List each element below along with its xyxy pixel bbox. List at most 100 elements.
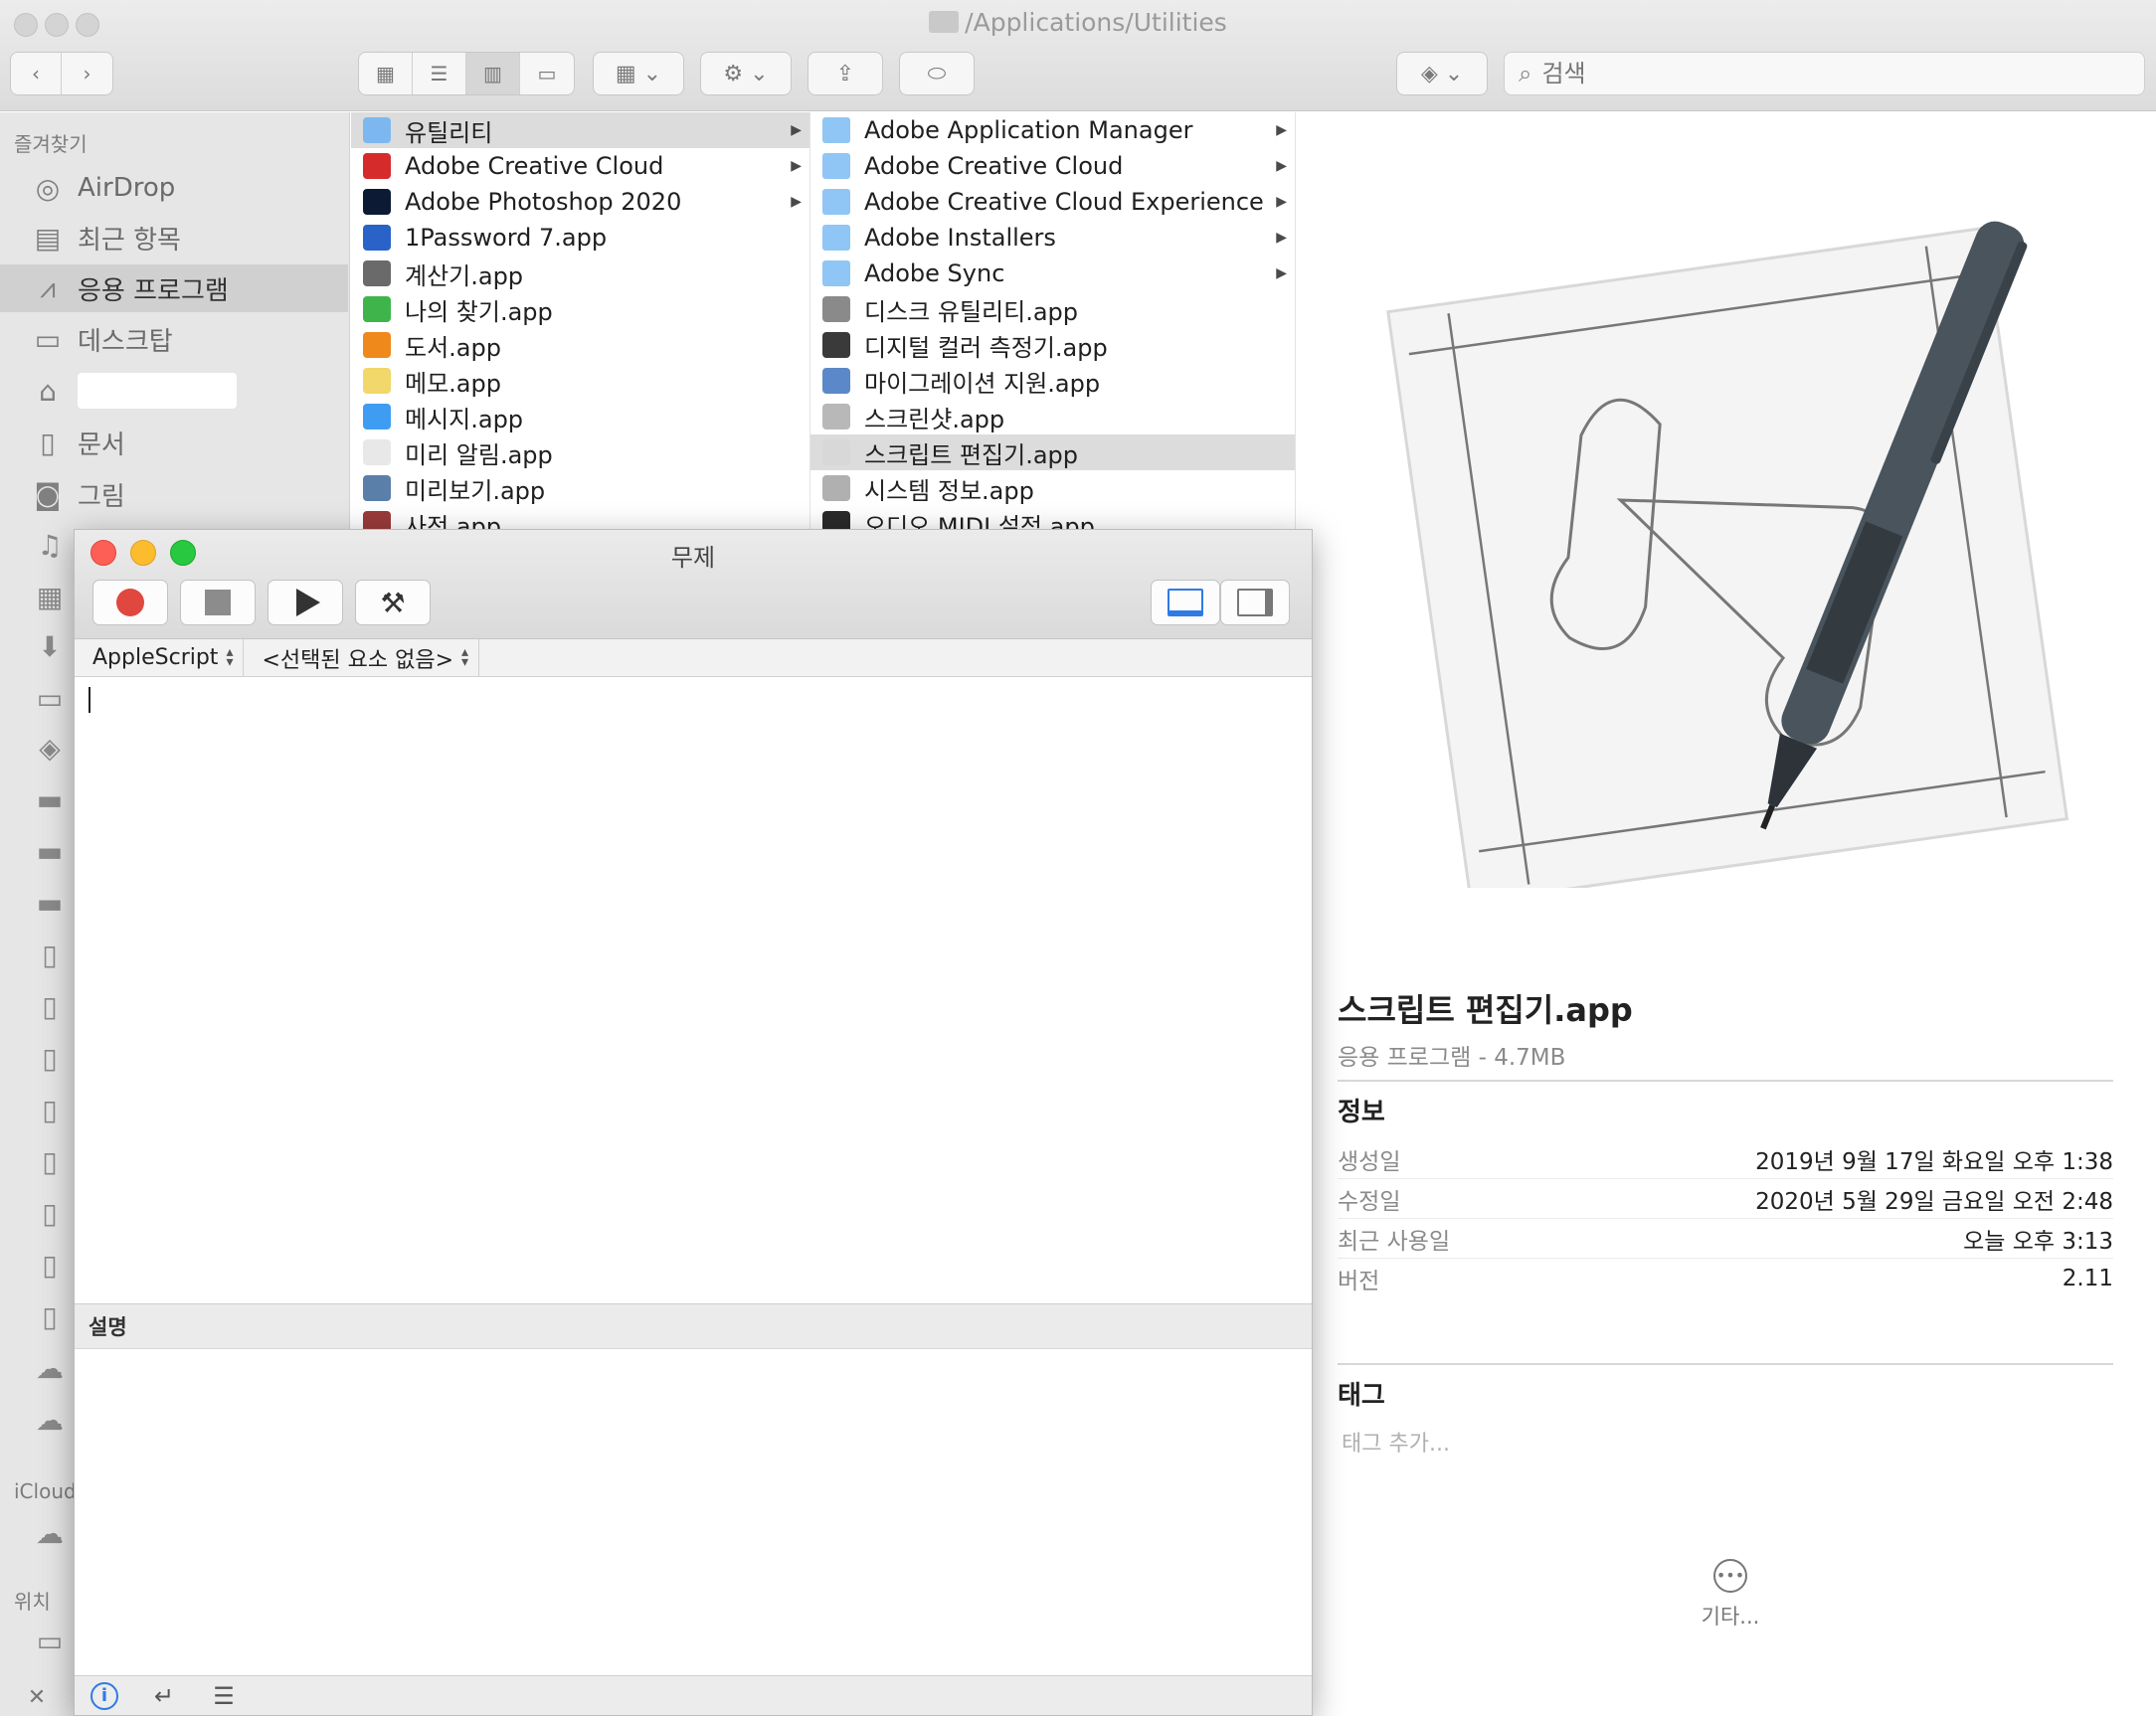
element-popup[interactable]: <선택된 요소 없음> ▴ ▾ (244, 638, 480, 677)
document-icon[interactable]: ▯ (32, 1248, 68, 1282)
list-item[interactable]: 시스템 정보.app (810, 470, 1295, 506)
group-button[interactable]: ▦ ⌄ (593, 52, 684, 95)
sidebar-item-pictures[interactable]: ◙ 그림 (0, 470, 348, 518)
list-item[interactable]: 마이그레이션 지원.app (810, 363, 1295, 399)
search-input[interactable] (1541, 60, 2099, 87)
list-item[interactable]: 유틸리티 ▶ (351, 112, 809, 148)
side-panel-icon (1237, 589, 1273, 616)
back-button[interactable]: ‹ (11, 53, 63, 94)
list-item[interactable]: 미리보기.app (351, 470, 809, 506)
sidebar-item-airdrop[interactable]: ◎ AirDrop (0, 164, 348, 212)
forward-button[interactable]: › (62, 53, 112, 94)
gear-icon: ⚙ (723, 61, 744, 86)
list-item[interactable]: 메시지.app (351, 399, 809, 434)
music-icon[interactable]: ♫ (32, 528, 68, 562)
sidebar-settings-icon[interactable]: ✕ (0, 1678, 74, 1716)
downloads-icon[interactable]: ⬇ (32, 629, 68, 663)
list-item[interactable]: 디지털 컬러 측정기.app (810, 327, 1295, 363)
record-button[interactable] (92, 580, 168, 625)
document-icon[interactable]: ▯ (32, 1144, 68, 1178)
language-popup[interactable]: AppleScript ▴ ▾ (75, 638, 245, 677)
list-item-label: 마이그레이션 지원.app (864, 369, 1101, 398)
info-tab-button[interactable]: i (75, 1676, 134, 1716)
folder-icon[interactable]: ▬ (32, 886, 68, 920)
list-item[interactable]: 오디오 MIDI 설정.app (810, 506, 1295, 530)
dropbox-icon[interactable]: ◈ (32, 731, 68, 765)
sidebar-item-desktop[interactable]: ▭ 데스크탑 (0, 315, 348, 363)
column-view-icon[interactable]: ▥ (466, 53, 520, 94)
info-row-modified: 수정일 2020년 5월 29일 금요일 오전 2:48 (1338, 1179, 2113, 1219)
tag-button[interactable]: ⬭ (899, 52, 975, 95)
computer-icon[interactable]: ▭ (32, 1624, 68, 1657)
result-tab-button[interactable]: ↵ (134, 1676, 194, 1716)
dropbox-button[interactable]: ◈ ⌄ (1396, 52, 1488, 95)
action-gear-button[interactable]: ⚙ ⌄ (700, 52, 792, 95)
show-sidebar-button[interactable] (1220, 580, 1290, 625)
editor-title: 무제 (670, 544, 716, 572)
script-editor-app-icon (1386, 221, 2069, 888)
up-down-chevron-icon: ▴ ▾ (461, 643, 469, 670)
cloud-icon[interactable]: ☁ (32, 1403, 68, 1437)
list-item[interactable]: Adobe Sync ▶ (810, 256, 1295, 291)
ellipsis-icon: ••• (1713, 1559, 1747, 1593)
sidebar-item-home[interactable]: ⌂ (0, 367, 348, 415)
list-item[interactable]: Adobe Creative Cloud Experience ▶ (810, 184, 1295, 220)
drive-icon[interactable]: ▭ (32, 681, 68, 715)
list-item-label: Adobe Creative Cloud (864, 152, 1124, 180)
document-icon[interactable]: ▯ (32, 1196, 68, 1230)
list-item[interactable]: 디스크 유틸리티.app (810, 291, 1295, 327)
app-icon (363, 404, 391, 429)
list-item[interactable]: 미리 알림.app (351, 434, 809, 470)
view-mode-control: ▦ ☰ ▥ ▭ (358, 52, 575, 95)
folder-icon[interactable]: ▬ (32, 782, 68, 816)
folder-icon[interactable]: ▬ (32, 834, 68, 868)
list-view-icon[interactable]: ☰ (413, 53, 466, 94)
cloud-icon[interactable]: ☁ (32, 1351, 68, 1385)
list-item[interactable]: Adobe Application Manager ▶ (810, 112, 1295, 148)
list-item[interactable]: 스크린샷.app (810, 399, 1295, 434)
more-button[interactable]: ••• 기타... (1686, 1559, 1775, 1630)
list-item[interactable]: 메모.app (351, 363, 809, 399)
app-icon (363, 368, 391, 394)
share-button[interactable]: ⇪ (808, 52, 883, 95)
list-item[interactable]: Adobe Installers ▶ (810, 220, 1295, 256)
stop-icon (205, 590, 231, 615)
list-item[interactable]: Adobe Photoshop 2020 ▶ (351, 184, 809, 220)
app-icon (363, 260, 391, 286)
list-item[interactable]: Adobe Creative Cloud ▶ (351, 148, 809, 184)
list-item[interactable]: 도서.app (351, 327, 809, 363)
document-icon[interactable]: ▯ (32, 989, 68, 1023)
icon-view-icon[interactable]: ▦ (359, 53, 413, 94)
document-icon[interactable]: ▯ (32, 1093, 68, 1126)
log-tab-button[interactable]: ☰ (194, 1676, 254, 1716)
sidebar-item-recents[interactable]: ▤ 최근 항목 (0, 214, 348, 261)
show-log-button[interactable] (1151, 580, 1220, 625)
folder-icon (822, 153, 850, 179)
app-icon (822, 439, 850, 465)
stop-button[interactable] (180, 580, 256, 625)
list-item[interactable]: 스크립트 편집기.app (810, 434, 1295, 470)
document-icon[interactable]: ▯ (32, 1299, 68, 1333)
list-item[interactable]: 1Password 7.app (351, 220, 809, 256)
script-text-area[interactable] (75, 677, 1312, 1303)
movies-icon[interactable]: ▦ (32, 580, 68, 613)
icloud-drive-icon[interactable]: ☁ (32, 1516, 68, 1550)
list-item[interactable]: 나의 찾기.app (351, 291, 809, 327)
sidebar-item-documents[interactable]: ▯ 문서 (0, 419, 348, 466)
run-button[interactable] (268, 580, 343, 625)
add-tag-field[interactable]: 태그 추가... (1342, 1426, 1450, 1458)
description-text-area[interactable] (75, 1349, 1312, 1677)
info-row-last-opened: 최근 사용일 오늘 오후 3:13 (1338, 1219, 2113, 1259)
document-icon[interactable]: ▯ (32, 938, 68, 971)
document-icon[interactable]: ▯ (32, 1041, 68, 1075)
info-row-version: 버전 2.11 (1338, 1266, 2113, 1294)
gallery-view-icon[interactable]: ▭ (520, 53, 574, 94)
home-label (78, 373, 237, 409)
list-item[interactable]: 계산기.app (351, 256, 809, 291)
sidebar-item-applications[interactable]: ⩘ 응용 프로그램 (0, 264, 348, 312)
list-item[interactable]: 사전.app (351, 506, 809, 530)
compile-button[interactable]: ⚒ (355, 580, 431, 625)
list-item[interactable]: Adobe Creative Cloud ▶ (810, 148, 1295, 184)
tag-icon: ⬭ (927, 61, 947, 86)
search-field[interactable]: ⌕ (1504, 52, 2145, 95)
